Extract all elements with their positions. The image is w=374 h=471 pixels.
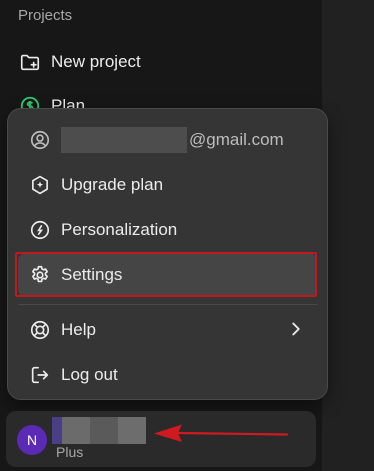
help-label: Help xyxy=(61,320,96,339)
main-content-pane xyxy=(322,0,374,471)
new-project-button[interactable]: New project xyxy=(18,49,141,75)
personalization-icon xyxy=(28,218,52,242)
avatar[interactable]: N xyxy=(17,425,47,455)
logout-icon xyxy=(28,363,52,387)
logout-label: Log out xyxy=(61,365,118,384)
personalization-item[interactable]: Personalization xyxy=(18,208,317,252)
redacted-email-username xyxy=(61,127,187,153)
red-arrow-annotation xyxy=(150,422,290,451)
upgrade-plan-label: Upgrade plan xyxy=(61,175,164,194)
folder-plus-icon xyxy=(18,50,42,74)
new-project-label: New project xyxy=(51,52,141,71)
gear-icon xyxy=(28,263,52,287)
settings-label: Settings xyxy=(61,265,123,284)
account-email-suffix: @gmail.com xyxy=(189,130,284,149)
projects-section-title: Projects xyxy=(18,7,73,24)
chevron-right-icon xyxy=(287,318,305,345)
user-plan-label: Plus xyxy=(56,444,84,460)
personalization-label: Personalization xyxy=(61,220,178,239)
lifebuoy-icon xyxy=(28,318,52,342)
help-item[interactable]: Help xyxy=(18,308,317,352)
upgrade-plan-item[interactable]: Upgrade plan xyxy=(18,163,317,207)
redacted-username xyxy=(52,417,146,444)
logout-item[interactable]: Log out xyxy=(18,353,317,397)
menu-divider xyxy=(18,304,317,305)
account-email-row: @gmail.com xyxy=(18,118,317,162)
account-popup-menu: @gmail.com Upgrade plan Personalization … xyxy=(7,108,328,400)
user-circle-icon xyxy=(28,128,52,152)
settings-item[interactable]: Settings xyxy=(18,253,317,297)
hexagon-sparkle-icon xyxy=(28,173,52,197)
